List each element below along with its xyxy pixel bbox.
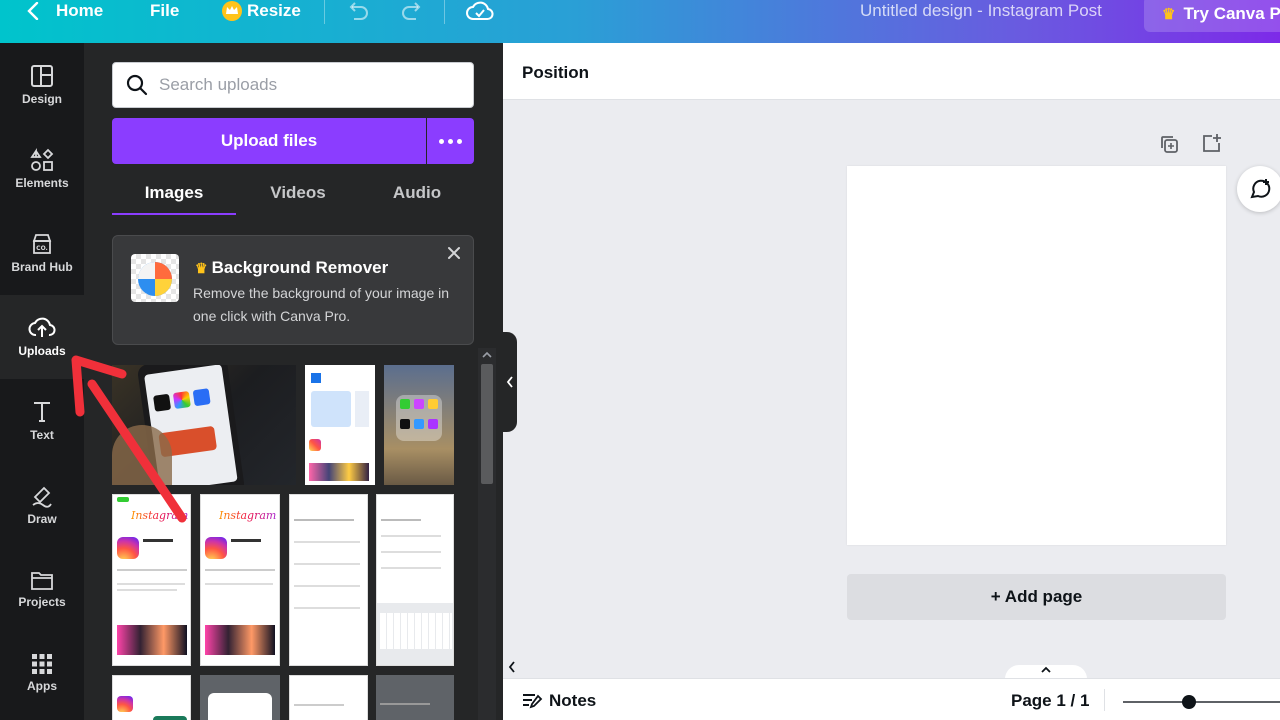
rail-label: Design: [21, 92, 62, 106]
more-dot: [448, 138, 453, 144]
upload-image-thumbnail[interactable]: [112, 675, 191, 720]
file-menu-button[interactable]: File: [150, 0, 179, 22]
scrollbar-thumb[interactable]: [481, 364, 493, 484]
text-icon: [34, 402, 50, 422]
bottom-bar: Notes Page 1 / 1: [503, 678, 1280, 720]
position-button[interactable]: Position: [522, 63, 589, 83]
add-page-icon[interactable]: [1200, 132, 1222, 154]
home-button[interactable]: Home: [56, 0, 103, 22]
notes-icon: [523, 694, 543, 709]
crown-icon: ♛: [1162, 6, 1176, 23]
upload-files-button[interactable]: Upload files: [112, 118, 426, 164]
thumb-instagram-text: Instagram: [131, 509, 189, 522]
grid-icon: [32, 654, 52, 674]
upload-image-thumbnail[interactable]: [305, 365, 375, 485]
redo-icon[interactable]: [400, 0, 424, 22]
rail-item-projects[interactable]: Projects: [0, 547, 84, 631]
background-remover-promo[interactable]: ♛ Background Remover Remove the backgroun…: [112, 235, 474, 345]
topbar-divider: [324, 0, 325, 24]
chevron-left-icon: [506, 376, 513, 388]
uploads-panel: Upload files Images Videos Audio ♛Backgr…: [84, 43, 503, 720]
tab-images[interactable]: Images: [112, 171, 236, 215]
upload-image-thumbnail[interactable]: [384, 365, 454, 485]
resize-button[interactable]: Resize: [247, 0, 301, 22]
upload-image-thumbnail[interactable]: [112, 365, 296, 485]
design-page[interactable]: [847, 166, 1226, 545]
left-rail: Design Elements CO. Brand Hub Uploads Te…: [0, 43, 84, 720]
brand-icon: CO.: [32, 234, 52, 254]
crown-icon: ♛: [195, 260, 208, 276]
rail-item-uploads[interactable]: Uploads: [0, 295, 84, 379]
gallery-scrollbar[interactable]: [478, 348, 496, 720]
design-title[interactable]: Untitled design - Instagram Post: [860, 0, 1102, 22]
topbar-divider: [444, 0, 445, 24]
back-chevron-icon[interactable]: [24, 0, 42, 22]
more-dots-icon: [439, 138, 444, 144]
beach-ball-thumbnail: [131, 254, 179, 302]
upload-image-thumbnail[interactable]: Instagram: [112, 494, 191, 666]
upload-image-thumbnail[interactable]: [376, 494, 454, 666]
rail-item-elements[interactable]: Elements: [0, 127, 84, 211]
search-icon: [126, 74, 148, 96]
undo-icon[interactable]: [346, 0, 370, 22]
rail-label: Elements: [15, 176, 69, 190]
close-icon[interactable]: [445, 244, 463, 262]
zoom-slider-handle[interactable]: [1182, 695, 1196, 709]
rail-item-draw[interactable]: Draw: [0, 463, 84, 547]
zoom-slider[interactable]: [1123, 701, 1280, 703]
active-tab-indicator: [112, 213, 236, 215]
rail-label: Projects: [18, 595, 66, 609]
upload-image-thumbnail[interactable]: [200, 675, 280, 720]
rail-label: Uploads: [18, 344, 66, 358]
top-bar: Home File Resize Untitled design - Insta…: [0, 0, 1280, 43]
promo-title: ♛ Background Remover: [195, 258, 388, 278]
rail-item-text[interactable]: Text: [0, 379, 84, 463]
page-indicator[interactable]: Page 1 / 1: [1011, 691, 1089, 711]
cloud-saved-icon[interactable]: [466, 0, 494, 22]
add-page-button[interactable]: + Add page: [847, 574, 1226, 620]
upload-image-thumbnail[interactable]: Instagram: [200, 494, 280, 666]
crown-icon: [221, 0, 243, 22]
bottom-divider: [1104, 689, 1105, 711]
try-canva-pro-button[interactable]: ♛ Try Canva Pr: [1144, 0, 1280, 32]
context-toolbar: Position: [503, 43, 1280, 100]
notes-label: Notes: [549, 691, 597, 710]
pen-icon: [32, 486, 52, 508]
rail-label: Draw: [27, 512, 57, 526]
rail-label: Apps: [27, 679, 57, 693]
tab-audio[interactable]: Audio: [360, 171, 474, 215]
svg-text:CO.: CO.: [36, 245, 48, 252]
layout-icon: [31, 65, 53, 87]
thumb-instagram-text: Instagram: [219, 509, 277, 522]
shapes-icon: [30, 148, 54, 171]
rail-label: Brand Hub: [11, 260, 73, 274]
add-comment-button[interactable]: [1237, 166, 1280, 212]
rail-label: Text: [30, 428, 54, 442]
media-tabs: Images Videos Audio: [112, 171, 474, 215]
comment-icon: [1250, 179, 1271, 199]
upload-image-thumbnail[interactable]: [289, 494, 368, 666]
upload-image-thumbnail[interactable]: [289, 675, 368, 720]
promo-title-text: Background Remover: [211, 258, 389, 277]
cloud-upload-icon: [28, 317, 56, 337]
rail-item-apps[interactable]: Apps: [0, 631, 84, 715]
uploads-gallery: Instagram Instagram: [112, 365, 474, 720]
upload-image-thumbnail[interactable]: [376, 675, 454, 720]
try-pro-label: Try Canva Pr: [1183, 4, 1280, 23]
rail-item-design[interactable]: Design: [0, 43, 84, 127]
collapse-panel-button[interactable]: [503, 332, 517, 432]
search-input[interactable]: [159, 75, 459, 95]
notes-button[interactable]: Notes: [521, 691, 596, 711]
duplicate-page-icon[interactable]: [1159, 134, 1179, 154]
search-box[interactable]: [112, 62, 474, 108]
tab-videos[interactable]: Videos: [236, 171, 360, 215]
more-dot: [457, 138, 462, 144]
chevron-up-icon: [1041, 666, 1051, 673]
folder-icon: [31, 572, 53, 590]
promo-description: Remove the background of your image in o…: [193, 285, 450, 324]
rail-item-brand-hub[interactable]: CO. Brand Hub: [0, 211, 84, 295]
more-options-button[interactable]: [427, 118, 474, 164]
chevron-left-icon[interactable]: [507, 660, 517, 674]
scroll-up-icon[interactable]: [482, 350, 492, 360]
